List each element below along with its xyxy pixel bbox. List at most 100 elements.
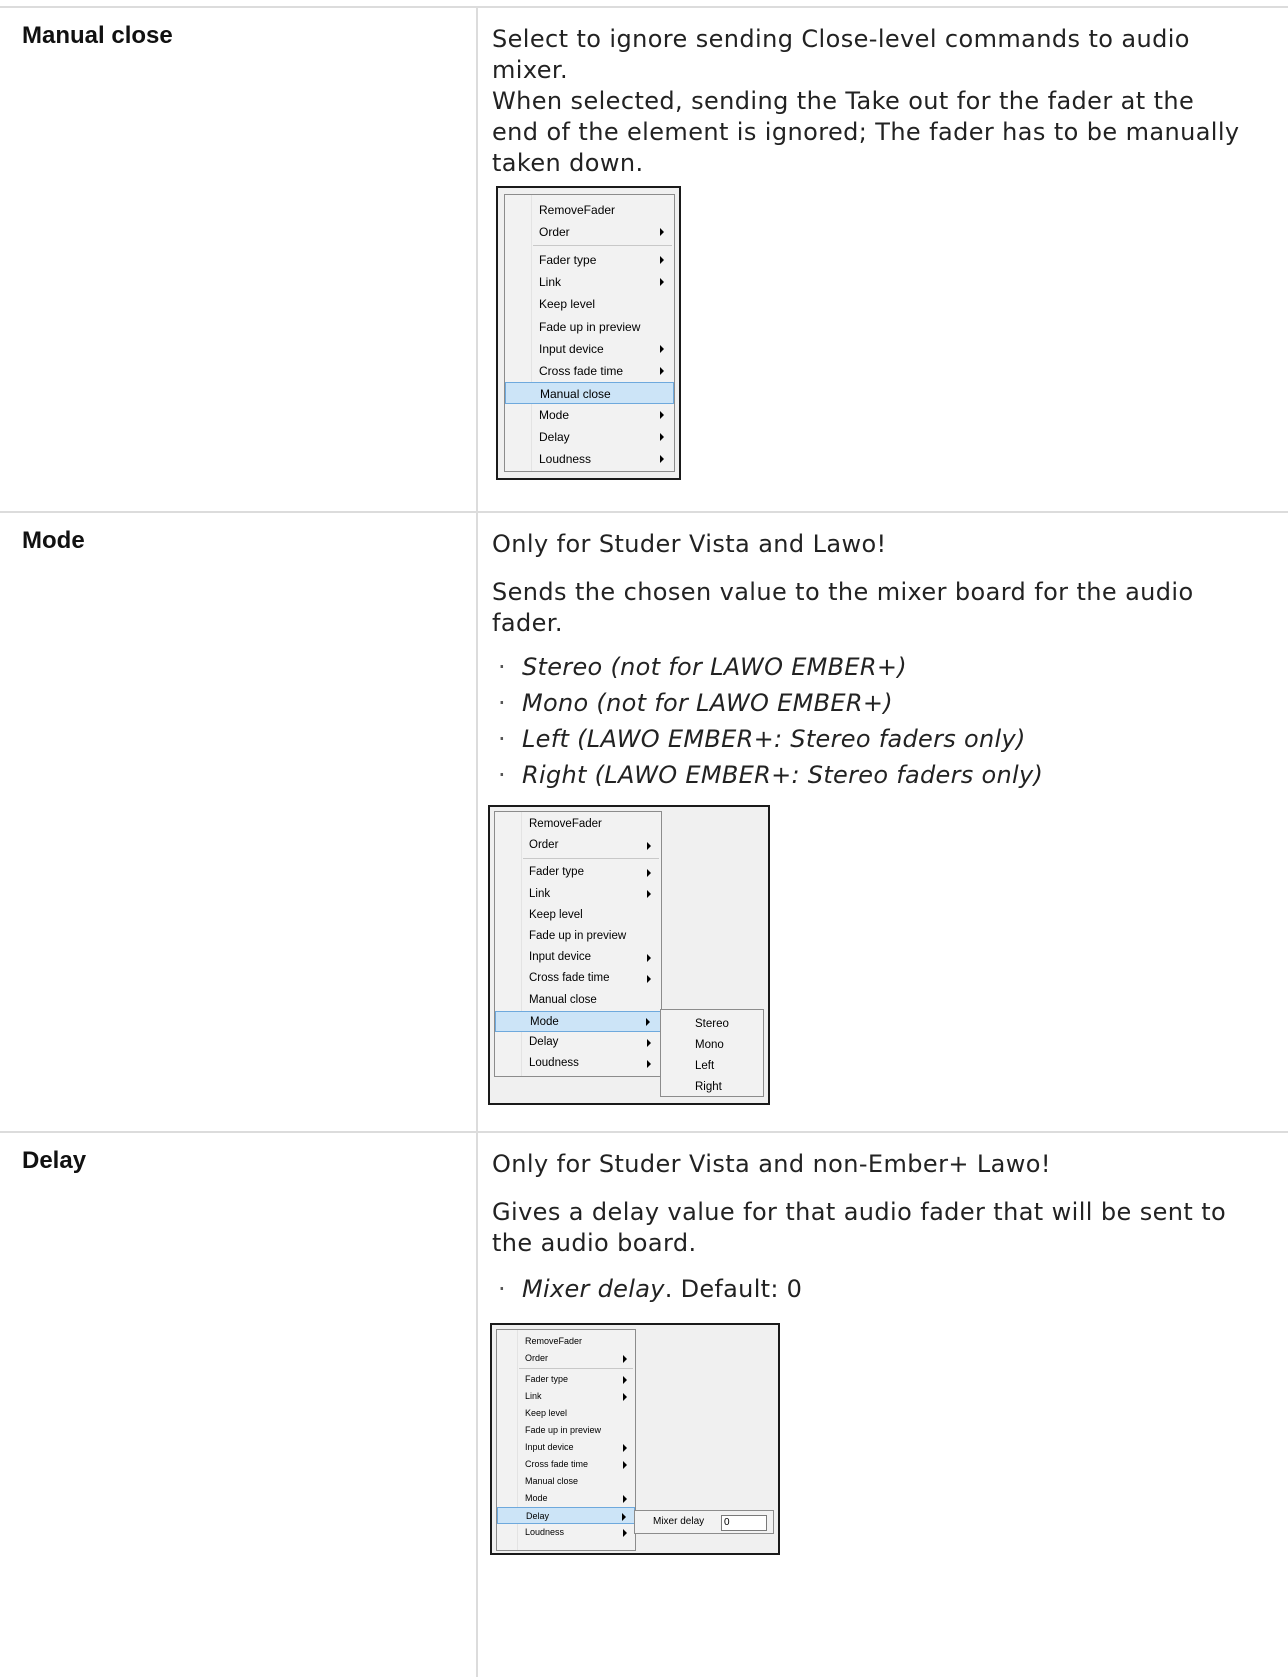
menu-separator xyxy=(533,245,672,247)
menu-item-label: Fade up in preview xyxy=(539,319,641,334)
menu-item-link[interactable]: Link xyxy=(495,884,661,905)
menu-item-label: Delay xyxy=(526,1511,550,1521)
submenu-arrow-icon xyxy=(646,1018,650,1027)
menu-item-manual-close[interactable]: Manual close xyxy=(495,990,661,1011)
menu-item-fader-type[interactable]: Fader type xyxy=(495,862,661,883)
menu-item-order[interactable]: Order xyxy=(505,221,674,243)
menu-item-order[interactable]: Order xyxy=(495,835,661,856)
menu-item-label: RemoveFader xyxy=(539,203,616,217)
menu-item-loudness[interactable]: Loudness xyxy=(505,448,674,470)
description-line: Select to ignore sending Close-level com… xyxy=(492,25,1190,53)
list-item: · Stereo (not for LAWO EMBER+) xyxy=(498,653,907,681)
mixer-delay-input[interactable]: 0 xyxy=(721,1515,767,1531)
description-line: Sends the chosen value to the mixer boar… xyxy=(492,578,1194,606)
menu-item-label: Mode xyxy=(539,407,570,422)
menu-item-label: Loudness xyxy=(525,1527,565,1537)
table-row-mode: Mode Only for Studer Vista and Lawo! Sen… xyxy=(0,511,1288,1131)
menu-item-loudness[interactable]: Loudness xyxy=(497,1524,635,1541)
menu-item-delay[interactable]: Delay xyxy=(495,1032,661,1053)
menu-item-delay[interactable]: Delay xyxy=(497,1507,635,1524)
menu-item-label: Order xyxy=(525,1353,549,1363)
list-item: · Left (LAWO EMBER+: Stereo faders only) xyxy=(498,725,1026,753)
menu-item-removefader[interactable]: RemoveFader xyxy=(497,1333,635,1350)
menu-item-label: Fader type xyxy=(525,1374,569,1384)
submenu-item-right[interactable]: Right xyxy=(661,1077,763,1098)
description-cell: Select to ignore sending Close-level com… xyxy=(478,8,1288,511)
delay-options-list: · Mixer delay. Default: 0 xyxy=(492,1271,802,1307)
submenu-arrow-icon xyxy=(660,256,664,265)
menu-item-keep-level[interactable]: Keep level xyxy=(505,293,674,315)
submenu-arrow-icon xyxy=(660,455,664,464)
menu-item-fader-type[interactable]: Fader type xyxy=(505,249,674,271)
menu-item-delay[interactable]: Delay xyxy=(505,426,674,448)
description-line: Gives a delay value for that audio fader… xyxy=(492,1198,1227,1226)
menu-item-label: Cross fade time xyxy=(525,1459,589,1469)
submenu-item-mono[interactable]: Mono xyxy=(661,1035,763,1056)
menu-item-cross-fade-time[interactable]: Cross fade time xyxy=(505,360,674,382)
menu-item-order[interactable]: Order xyxy=(497,1350,635,1367)
menu-item-fade-up-in-preview[interactable]: Fade up in preview xyxy=(505,316,674,338)
submenu-arrow-icon xyxy=(647,890,651,899)
menu-item-label: Link xyxy=(529,887,551,900)
term-label: Mode xyxy=(22,527,85,554)
term-label: Delay xyxy=(22,1147,87,1174)
table-row-manual-close: Manual close Select to ignore sending Cl… xyxy=(0,6,1288,511)
description-line: taken down. xyxy=(492,149,644,177)
submenu-arrow-icon xyxy=(647,974,651,983)
menu-item-link[interactable]: Link xyxy=(497,1388,635,1405)
description-line: When selected, sending the Take out for … xyxy=(492,87,1195,115)
menu-item-removefader[interactable]: RemoveFader xyxy=(505,199,674,221)
menu-item-cross-fade-time[interactable]: Cross fade time xyxy=(497,1456,635,1473)
description-line: end of the element is ignored; The fader… xyxy=(492,118,1240,146)
menu-item-label: Loudness xyxy=(529,1057,579,1070)
submenu-arrow-icon xyxy=(660,410,664,419)
menu-item-cross-fade-time[interactable]: Cross fade time xyxy=(495,968,661,989)
list-item: · Mixer delay. Default: 0 xyxy=(498,1275,803,1303)
menu-item-keep-level[interactable]: Keep level xyxy=(497,1405,635,1422)
submenu-item-label: Stereo xyxy=(695,1018,729,1030)
table-row-delay: Delay Only for Studer Vista and non-Embe… xyxy=(0,1131,1288,1677)
submenu-arrow-icon xyxy=(647,1059,651,1068)
term-cell: Delay xyxy=(0,1133,478,1677)
menu-item-label: Cross fade time xyxy=(539,363,624,378)
menu-item-label: Mode xyxy=(525,1493,548,1503)
submenu-arrow-icon xyxy=(623,1392,627,1401)
submenu-item-stereo[interactable]: Stereo xyxy=(661,1014,763,1035)
menu-item-manual-close[interactable]: Manual close xyxy=(505,381,674,404)
menu-item-mode[interactable]: Mode xyxy=(495,1010,661,1032)
menu-item-link[interactable]: Link xyxy=(505,271,674,293)
submenu-arrow-icon xyxy=(623,1494,627,1503)
menu-item-mode[interactable]: Mode xyxy=(497,1490,635,1507)
menu-item-manual-close[interactable]: Manual close xyxy=(497,1473,635,1490)
menu-item-label: Fade up in preview xyxy=(529,930,627,942)
mode-submenu: Stereo Mono Left Right xyxy=(660,1009,764,1097)
list-item: · Right (LAWO EMBER+: Stereo faders only) xyxy=(498,761,1044,789)
menu-item-label: Manual close xyxy=(540,386,611,401)
intro-text: Only for Studer Vista and Lawo! xyxy=(492,530,887,558)
menu-item-label: Keep level xyxy=(539,297,596,312)
menu-item-fader-type[interactable]: Fader type xyxy=(497,1371,635,1388)
menu-item-loudness[interactable]: Loudness xyxy=(495,1053,661,1074)
submenu-arrow-icon xyxy=(622,1512,626,1521)
menu-item-input-device[interactable]: Input device xyxy=(505,338,674,360)
menu-item-input-device[interactable]: Input device xyxy=(497,1439,635,1456)
menu-item-mode[interactable]: Mode xyxy=(505,404,674,426)
menu-item-fade-up-in-preview[interactable]: Fade up in preview xyxy=(495,926,661,947)
menu-item-fade-up-in-preview[interactable]: Fade up in preview xyxy=(497,1422,635,1439)
submenu-arrow-icon xyxy=(660,366,664,375)
context-menu-screenshot: RemoveFader Order Fader type Link Keep level… xyxy=(490,1323,780,1555)
context-menu: RemoveFader Order Fader type Link Keep level… xyxy=(496,1329,636,1551)
menu-item-keep-level[interactable]: Keep level xyxy=(495,905,661,926)
submenu-arrow-icon xyxy=(623,1443,627,1452)
menu-item-label: RemoveFader xyxy=(529,818,602,830)
menu-item-input-device[interactable]: Input device xyxy=(495,947,661,968)
description-text: Select to ignore sending Close-level com… xyxy=(492,24,1240,179)
term-cell: Manual close xyxy=(0,8,478,511)
menu-item-label: Order xyxy=(539,225,570,240)
mixer-delay-label: Mixer delay xyxy=(653,1516,705,1527)
menu-item-label: Input device xyxy=(539,341,604,356)
submenu-arrow-icon xyxy=(647,841,651,850)
menu-item-label: Manual close xyxy=(525,1476,579,1486)
submenu-item-left[interactable]: Left xyxy=(661,1056,763,1077)
menu-item-removefader[interactable]: RemoveFader xyxy=(495,814,661,835)
